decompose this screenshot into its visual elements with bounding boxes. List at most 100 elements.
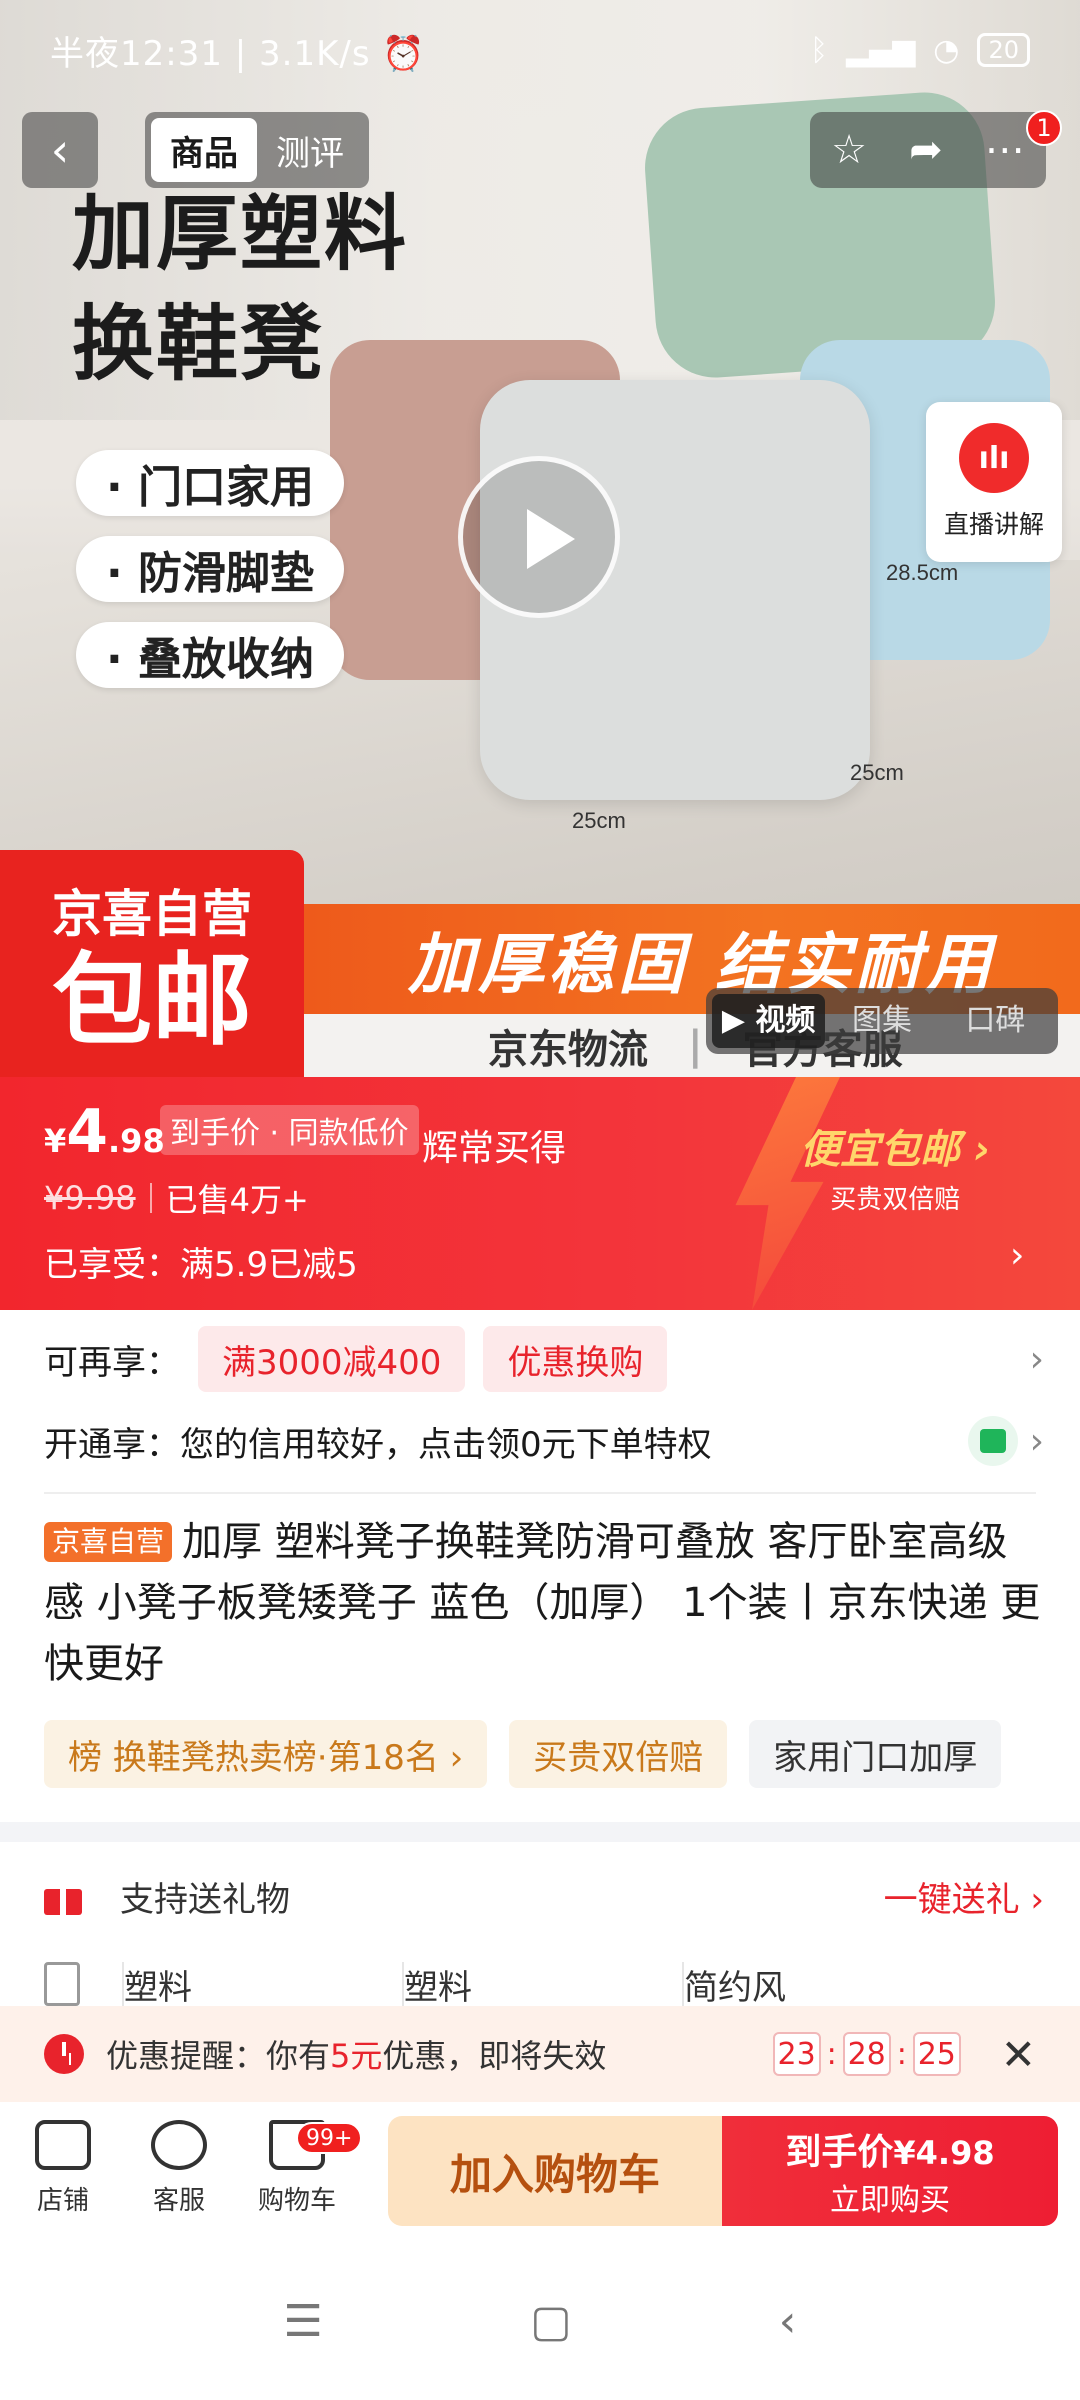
discount-reminder-bar[interactable]: 优惠提醒：你有 5元 优惠，即将失效 23 : 28 : 25 ✕ xyxy=(0,2006,1080,2102)
guarantee-tag[interactable]: 买贵双倍赔 xyxy=(509,1720,728,1788)
promo-subtitle: 买贵双倍赔 xyxy=(830,1185,961,1215)
wifi-icon: ◔ xyxy=(933,32,960,68)
price-note: 辉常买得 xyxy=(422,1128,567,1169)
feature-bullet: · 叠放收纳 xyxy=(76,622,345,688)
notification-badge: 1 xyxy=(1026,110,1062,146)
original-price: ¥9.98 xyxy=(44,1179,136,1217)
cart-count-badge: 99+ xyxy=(296,2122,363,2154)
dimension-label: 25cm xyxy=(850,760,904,785)
media-tabs: ▶ 视频 图集 口碑 xyxy=(706,988,1058,1054)
attributes-row[interactable]: 塑料 塑料 简约风 xyxy=(44,1962,1044,2006)
timer-colon: : xyxy=(826,2036,837,2072)
live-explain-button[interactable]: ılı 直播讲解 xyxy=(926,402,1062,562)
badge-line1: 京喜自营 xyxy=(52,885,252,943)
product-image-carousel[interactable]: 加厚塑料 换鞋凳 · 门口家用 · 防滑脚垫 · 叠放收纳 28.5cm 25c… xyxy=(0,0,1080,1077)
buy-now-label: 立即购买 xyxy=(830,2183,950,2218)
share-icon[interactable]: ➦ xyxy=(909,127,943,173)
more-icon[interactable]: ⋯ xyxy=(985,127,1025,173)
feature-bullet: · 防滑脚垫 xyxy=(76,536,345,602)
timer-minutes: 28 xyxy=(842,2032,891,2076)
attribute-value: 塑料 xyxy=(122,1962,402,2006)
bluetooth-icon: ᛒ xyxy=(810,32,829,68)
sold-count: 已售4万+ xyxy=(165,1181,309,1219)
shop-button[interactable]: 店铺 xyxy=(8,2120,118,2217)
add-to-cart-button[interactable]: 加入购物车 xyxy=(388,2116,722,2226)
document-icon xyxy=(44,1962,80,2006)
reminder-prefix: 优惠提醒：你有 xyxy=(106,2037,331,2075)
timer-seconds: 25 xyxy=(912,2032,961,2076)
timer-colon: : xyxy=(896,2036,907,2072)
bottom-action-bar: 店铺 客服 购物车 99+ 加入购物车 到手价¥4.98 立即购买 xyxy=(0,2102,1080,2242)
system-nav-bar: ☰ ▢ ‹ xyxy=(0,2242,1080,2400)
top-tabs: 商品 测评 xyxy=(145,112,369,188)
divider xyxy=(149,1183,152,1213)
top-actions: ☆ ➦ ⋯ xyxy=(810,112,1046,188)
reminder-amount: 5元 xyxy=(330,2037,383,2075)
price-section[interactable]: ¥4.98 到手价 · 同款低价 辉常买得 ¥9.98 已售4万+ 已享受：满5… xyxy=(0,1077,1080,1310)
more-offers-row[interactable]: 可再享： 满3000减400 优惠换购 › xyxy=(44,1322,1044,1396)
coupon-chip[interactable]: 优惠换购 xyxy=(483,1326,668,1392)
clock-icon xyxy=(44,2034,84,2074)
store-icon xyxy=(35,2120,91,2170)
section-gap xyxy=(0,1822,1080,1842)
timer-hours: 23 xyxy=(772,2032,821,2076)
service-label: 京东物流 xyxy=(488,1026,648,1073)
promo-free-shipping[interactable]: 便宜包邮 › 买贵双倍赔 xyxy=(800,1117,990,1216)
self-operated-tag: 京喜自营 xyxy=(44,1522,173,1562)
customer-service-button[interactable]: 客服 xyxy=(124,2120,234,2217)
back-button[interactable]: ‹ xyxy=(22,112,98,188)
ranking-tag[interactable]: 榜 换鞋凳热卖榜·第18名 › xyxy=(44,1720,488,1788)
status-bar: 半夜12:31 | 3.1K/s ⏰ ᛒ ▂▄▆ ◔ 20 xyxy=(0,0,1080,100)
buy-now-button[interactable]: 到手价¥4.98 立即购买 xyxy=(722,2116,1058,2226)
play-video-button[interactable] xyxy=(458,456,620,618)
attribute-value: 简约风 xyxy=(682,1962,962,2006)
credit-text: 开通享：您的信用较好，点击领0元下单特权 xyxy=(44,1424,712,1465)
signal-icon: ▂▄▆ xyxy=(846,32,916,68)
media-tab-gallery[interactable]: 图集 xyxy=(825,994,938,1048)
feature-bullet: · 门口家用 xyxy=(76,450,345,516)
product-tags: 榜 换鞋凳热卖榜·第18名 › 买贵双倍赔 家用门口加厚 xyxy=(44,1720,1002,1788)
status-icons: ᛒ ▂▄▆ ◔ 20 xyxy=(810,33,1030,68)
shopping-bag-icon xyxy=(967,1416,1018,1466)
badge-line2: 包邮 xyxy=(52,942,252,1059)
chevron-right-icon: › xyxy=(1029,1338,1044,1380)
chevron-right-icon[interactable]: › xyxy=(1010,1235,1024,1276)
coupon-chip[interactable]: 满3000减400 xyxy=(198,1326,466,1392)
discount-applied: 已享受：满5.9已减5 xyxy=(44,1245,358,1285)
tab-review[interactable]: 测评 xyxy=(257,118,363,182)
current-price: ¥4.98 xyxy=(44,1097,165,1167)
original-price-line: ¥9.98 已售4万+ xyxy=(44,1175,309,1221)
product-title-text: 加厚 塑料凳子换鞋凳防滑可叠放 客厅卧室高级感 小凳子板凳矮凳子 蓝色（加厚） … xyxy=(44,1519,1041,1687)
tab-product[interactable]: 商品 xyxy=(151,118,257,182)
feature-tag[interactable]: 家用门口加厚 xyxy=(749,1720,1002,1788)
credit-privilege-row[interactable]: 开通享：您的信用较好，点击领0元下单特权 › xyxy=(44,1406,1044,1476)
live-label: 直播讲解 xyxy=(943,510,1044,539)
dimension-label: 25cm xyxy=(572,808,626,833)
attribute-value: 塑料 xyxy=(402,1962,682,2006)
battery-icon: 20 xyxy=(977,33,1030,67)
product-title[interactable]: 京喜自营 加厚 塑料凳子换鞋凳防滑可叠放 客厅卧室高级感 小凳子板凳矮凳子 蓝色（… xyxy=(44,1512,1044,1695)
media-tab-video[interactable]: ▶ 视频 xyxy=(712,994,826,1048)
divider xyxy=(44,1492,1036,1494)
live-icon: ılı xyxy=(959,423,1029,493)
favorite-star-icon[interactable]: ☆ xyxy=(831,127,867,173)
reminder-suffix: 优惠，即将失效 xyxy=(382,2037,607,2075)
back-arrow-icon[interactable]: ‹ xyxy=(779,2296,797,2347)
media-tab-reviews[interactable]: 口碑 xyxy=(939,994,1052,1048)
countdown-timer: 23 : 28 : 25 xyxy=(772,2032,961,2076)
gift-icon xyxy=(44,1877,82,1915)
close-icon[interactable]: ✕ xyxy=(1001,2030,1036,2079)
promo-title: 便宜包邮 › xyxy=(800,1127,991,1173)
service-label: 客服 xyxy=(152,2186,205,2216)
status-time-speed: 半夜12:31 | 3.1K/s ⏰ xyxy=(50,33,426,74)
smile-icon xyxy=(151,2120,207,2170)
service-divider: | xyxy=(688,1022,703,1069)
home-square-icon[interactable]: ▢ xyxy=(530,2296,572,2347)
hero-title: 加厚塑料 换鞋凳 xyxy=(72,187,409,392)
send-gift-link[interactable]: 一键送礼 › xyxy=(884,1872,1044,1921)
menu-icon[interactable]: ☰ xyxy=(284,2296,323,2347)
gift-row[interactable]: 支持送礼物 一键送礼 › xyxy=(44,1862,1044,1930)
free-shipping-badge: 京喜自营 包邮 xyxy=(0,850,304,1077)
shop-label: 店铺 xyxy=(36,2186,89,2216)
more-offers-label: 可再享： xyxy=(44,1342,180,1383)
